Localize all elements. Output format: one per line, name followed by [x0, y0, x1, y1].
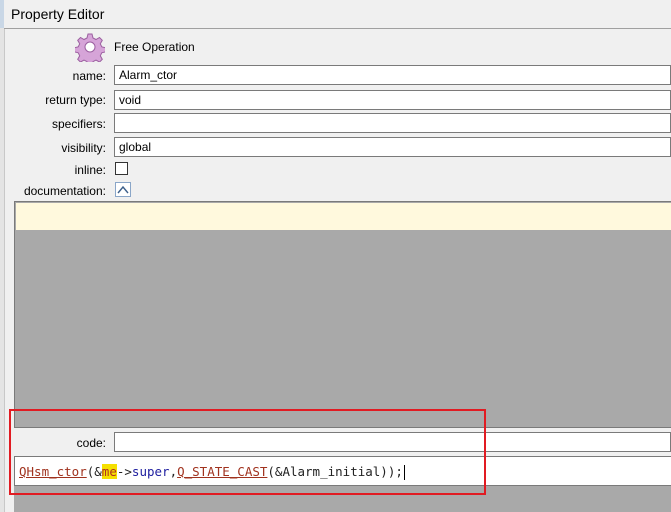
- documentation-editor[interactable]: [14, 201, 671, 428]
- visibility-select[interactable]: global: [114, 137, 671, 157]
- window-title: Property Editor: [11, 6, 105, 22]
- element-kind-label: Free Operation: [114, 40, 195, 54]
- gear-icon: [75, 33, 105, 62]
- left-panel-strip: [0, 28, 5, 512]
- title-bar: Property Editor: [4, 0, 671, 29]
- highlight-box: [9, 409, 486, 495]
- inline-label: inline:: [74, 163, 106, 177]
- documentation-collapse-button[interactable]: [115, 182, 131, 197]
- visibility-label: visibility:: [61, 141, 106, 155]
- chevron-up-icon: [117, 185, 129, 194]
- documentation-label: documentation:: [23, 184, 106, 198]
- inline-checkbox[interactable]: [115, 162, 128, 175]
- specifiers-field[interactable]: [114, 113, 671, 133]
- return-type-field[interactable]: void: [114, 90, 671, 110]
- return-type-label: return type:: [45, 93, 106, 107]
- name-field[interactable]: Alarm_ctor: [114, 65, 671, 85]
- documentation-current-line: [16, 203, 671, 230]
- specifiers-label: specifiers:: [51, 117, 106, 131]
- name-label: name:: [72, 69, 106, 83]
